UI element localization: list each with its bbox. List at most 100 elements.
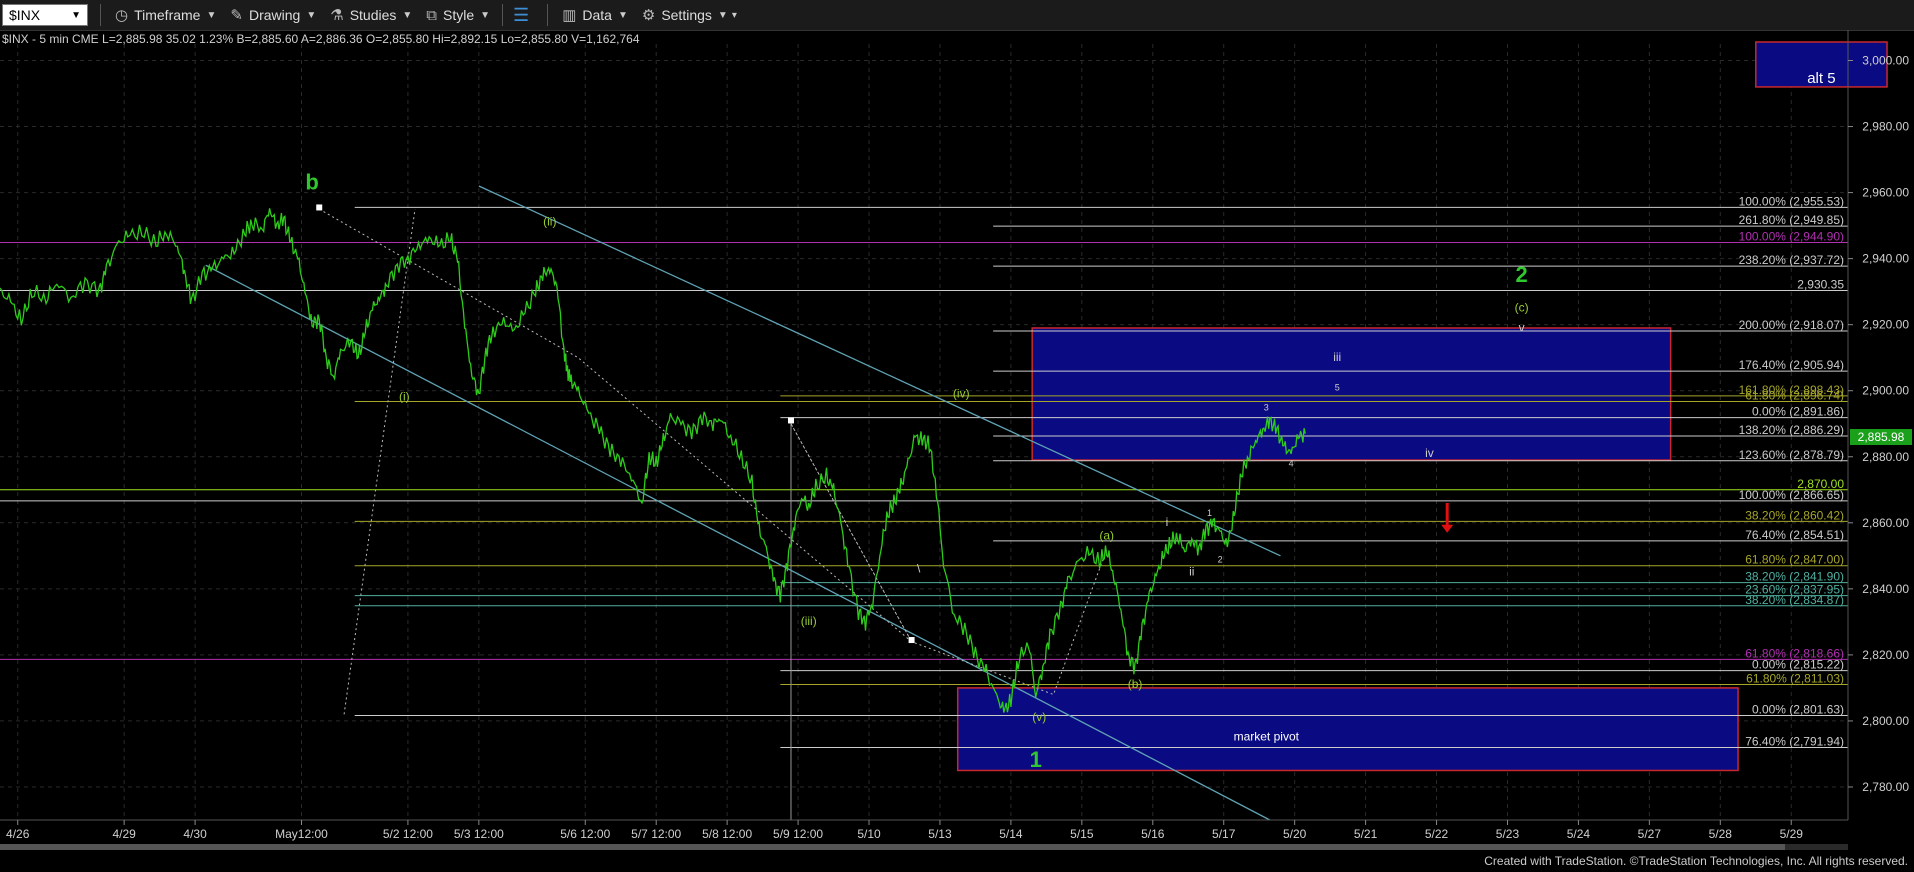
dropdown-arrow-icon: ▼ [206,9,217,21]
wave-label: 3 [1264,403,1269,413]
gear-icon: ⚙ [641,7,656,24]
x-tick-label: 5/27 [1638,827,1662,841]
symbol-value: $INX [9,7,41,23]
more-icon: ▾ [731,9,737,21]
wave-label: i [1166,515,1169,529]
fib-label: 100.00% (2,955.53) [1739,194,1844,208]
x-tick-label: 5/7 12:00 [631,827,681,841]
wave-label: 4 [1289,459,1294,469]
x-tick-label: 5/29 [1780,827,1804,841]
wave-label: (a) [1099,528,1114,542]
last-price-label: 2,885.98 [1858,430,1905,444]
fib-label: 61.80% (2,847.00) [1745,553,1844,567]
fib-label: 38.20% (2,841.90) [1745,570,1844,584]
x-tick-label: 5/8 12:00 [702,827,752,841]
wave-label: (c) [1515,300,1529,314]
y-tick-label: 2,980.00 [1862,120,1909,134]
wave-label: iii [1333,350,1341,364]
y-axis: 2,780.00 2,800.00 2,820.00 2,840.00 2,860.00… [1847,30,1912,820]
studies-label: Studies [349,7,397,23]
wave-connectors [316,204,1108,715]
x-tick-label: 5/14 [999,827,1023,841]
fib-label: 238.20% (2,937.72) [1739,253,1844,267]
fib-label: 138.20% (2,886.29) [1739,423,1844,437]
x-tick-label: 5/28 [1709,827,1733,841]
x-tick-label: 5/24 [1567,827,1591,841]
layout-button[interactable]: ☰ [513,5,535,26]
timeframe-menu[interactable]: ◷ Timeframe ▼ [115,6,216,24]
alt-5-label: alt 5 [1807,70,1835,87]
fib-label: 76.40% (2,791.94) [1745,735,1844,749]
y-tick-label: 3,000.00 [1862,54,1909,68]
y-tick-label: 2,840.00 [1862,582,1909,596]
price-chart[interactable]: alt 5market pivot 100.00% (2,955.53)261.… [0,30,1914,852]
wave-label: (i) [399,390,410,404]
scrollbar-thumb [0,844,1785,850]
wave-label: (ii) [543,215,556,229]
fib-label: 200.00% (2,918.07) [1739,318,1844,332]
x-tick-label: 4/26 [6,827,30,841]
wave-label: 1 [1030,747,1042,772]
fib-label: 261.80% (2,949.85) [1739,213,1844,227]
layout-icon: ☰ [513,4,530,25]
dropdown-arrow-icon: ▼ [306,9,317,21]
x-tick-label: 5/6 12:00 [560,827,610,841]
market-pivot-label: market pivot [1234,730,1300,744]
settings-label: Settings [661,7,712,23]
x-tick-label: 5/23 [1496,827,1520,841]
style-menu[interactable]: ⧉ Style ▼ [426,7,490,24]
timeframe-label: Timeframe [134,7,201,23]
y-tick-label: 2,800.00 [1862,714,1909,728]
data-menu[interactable]: ▥ Data ▼ [562,6,628,24]
dropdown-arrow-icon: ▼ [480,9,491,21]
drawing-menu[interactable]: ✎ Drawing ▼ [230,6,316,24]
x-tick-label: 4/30 [183,827,207,841]
wave-label: 5 [1335,383,1340,393]
x-tick-label: 5/17 [1212,827,1236,841]
symbol-selector[interactable]: $INX ▼ [2,4,88,26]
wave-label: 2 [1218,554,1223,564]
studies-menu[interactable]: ⚗ Studies ▼ [330,6,412,24]
settings-menu[interactable]: ⚙ Settings ▼ ▾ [642,6,737,24]
wave-label: b [305,169,318,194]
y-tick-label: 2,920.00 [1862,318,1909,332]
target-box [1031,327,1672,461]
y-tick-label: 2,960.00 [1862,186,1909,200]
down-arrow-icon [1441,524,1454,533]
fib-label: 61.80% (2,896.74) [1745,388,1844,402]
quote-line: $INX - 5 min CME L=2,885.98 35.02 1.23% … [2,32,640,46]
wave-label: (iv) [953,386,970,400]
wave-label: (b) [1128,677,1143,691]
fib-label: 0.00% (2,801.63) [1752,703,1844,717]
x-tick-label: 5/9 12:00 [773,827,823,841]
fib-label: 0.00% (2,815.22) [1752,658,1844,672]
x-tick-label: 5/2 12:00 [383,827,433,841]
pivot-point [316,204,323,211]
target-box [956,687,1739,772]
wave-connector [318,208,1108,696]
fib-label: 0.00% (2,891.86) [1752,405,1844,419]
wave-label: iv [1425,446,1434,460]
style-icon: ⧉ [426,6,438,24]
x-tick-label: 4/29 [112,827,136,841]
bar-chart-icon: ▥ [562,7,577,24]
y-tick-label: 2,820.00 [1862,648,1909,662]
wave-label: 2 [1516,262,1528,287]
wave-label: v [1519,320,1525,334]
fib-label: 176.40% (2,905.94) [1739,358,1844,372]
fib-label: 123.60% (2,878.79) [1739,448,1844,462]
wave-connector [343,209,416,715]
y-tick-label: 2,780.00 [1862,780,1909,794]
x-tick-label: 5/21 [1354,827,1378,841]
fib-label: 2,930.35 [1797,278,1844,292]
x-tick-label: 5/20 [1283,827,1307,841]
wave-label: \ [917,561,921,575]
footer: Created with TradeStation. ©TradeStation… [0,852,1914,872]
x-tick-label: 5/22 [1425,827,1449,841]
dropdown-arrow-icon: ▼ [717,9,728,21]
toolbar: $INX ▼ ◷ Timeframe ▼ ✎ Drawing ▼ ⚗ Studi… [0,0,1914,31]
drawing-label: Drawing [248,7,301,23]
y-tick-label: 2,880.00 [1862,450,1909,464]
dropdown-arrow-icon: ▼ [617,9,628,21]
target-boxes: alt 5 market pivot [956,41,1888,772]
